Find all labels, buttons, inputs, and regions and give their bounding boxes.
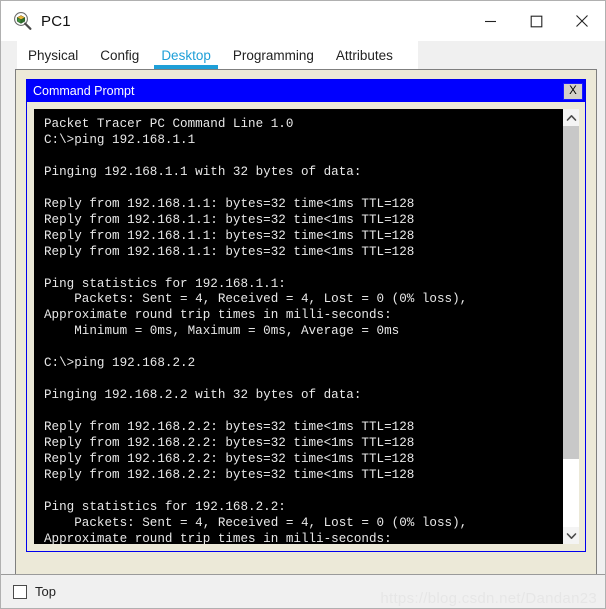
command-prompt-title-bar: Command Prompt X: [27, 80, 585, 102]
window-title-bar: PC1: [1, 1, 605, 41]
desktop-content-panel: Command Prompt X Packet Tracer PC Comman…: [15, 69, 597, 574]
terminal-vertical-scrollbar[interactable]: [562, 109, 579, 544]
tab-desktop[interactable]: Desktop: [150, 41, 222, 69]
terminal-output-area[interactable]: Packet Tracer PC Command Line 1.0 C:\>pi…: [34, 109, 562, 544]
window-title: PC1: [41, 12, 71, 30]
scrollbar-track[interactable]: [563, 126, 579, 527]
tab-programming-label: Programming: [232, 47, 314, 63]
command-prompt-close-button[interactable]: X: [563, 82, 583, 100]
tab-desktop-label: Desktop: [161, 47, 211, 63]
command-prompt-title: Command Prompt: [33, 84, 135, 98]
device-tab-strip: Physical Config Desktop Programming Attr…: [1, 41, 605, 69]
watermark-text: https://blog.csdn.net/Dandan23: [380, 590, 597, 607]
tab-attributes-label: Attributes: [335, 47, 393, 63]
maximize-button[interactable]: [513, 1, 559, 41]
command-prompt-window: Command Prompt X Packet Tracer PC Comman…: [26, 79, 586, 552]
bottom-bar: Top https://blog.csdn.net/Dandan23: [1, 574, 605, 608]
minimize-button[interactable]: [467, 1, 513, 41]
terminal-text: Packet Tracer PC Command Line 1.0 C:\>pi…: [44, 117, 468, 544]
packet-tracer-pc-icon: [13, 11, 33, 31]
tab-physical[interactable]: Physical: [17, 41, 90, 69]
pc1-device-window: PC1 Physical Config Desktop Programming …: [0, 0, 606, 609]
scroll-down-icon[interactable]: [563, 527, 579, 544]
scroll-up-icon[interactable]: [563, 109, 579, 126]
window-controls: [467, 1, 605, 41]
tab-config-label: Config: [100, 47, 140, 63]
tab-physical-label: Physical: [28, 47, 79, 63]
top-checkbox[interactable]: [13, 584, 27, 599]
tab-programming[interactable]: Programming: [221, 41, 325, 69]
device-tab-strip-inner: Physical Config Desktop Programming Attr…: [17, 41, 418, 69]
top-checkbox-label: Top: [35, 584, 56, 599]
tab-attributes[interactable]: Attributes: [324, 41, 404, 69]
tab-config[interactable]: Config: [89, 41, 151, 69]
close-button[interactable]: [559, 1, 605, 41]
scrollbar-thumb[interactable]: [563, 126, 579, 459]
command-prompt-body: Packet Tracer PC Command Line 1.0 C:\>pi…: [27, 102, 585, 551]
